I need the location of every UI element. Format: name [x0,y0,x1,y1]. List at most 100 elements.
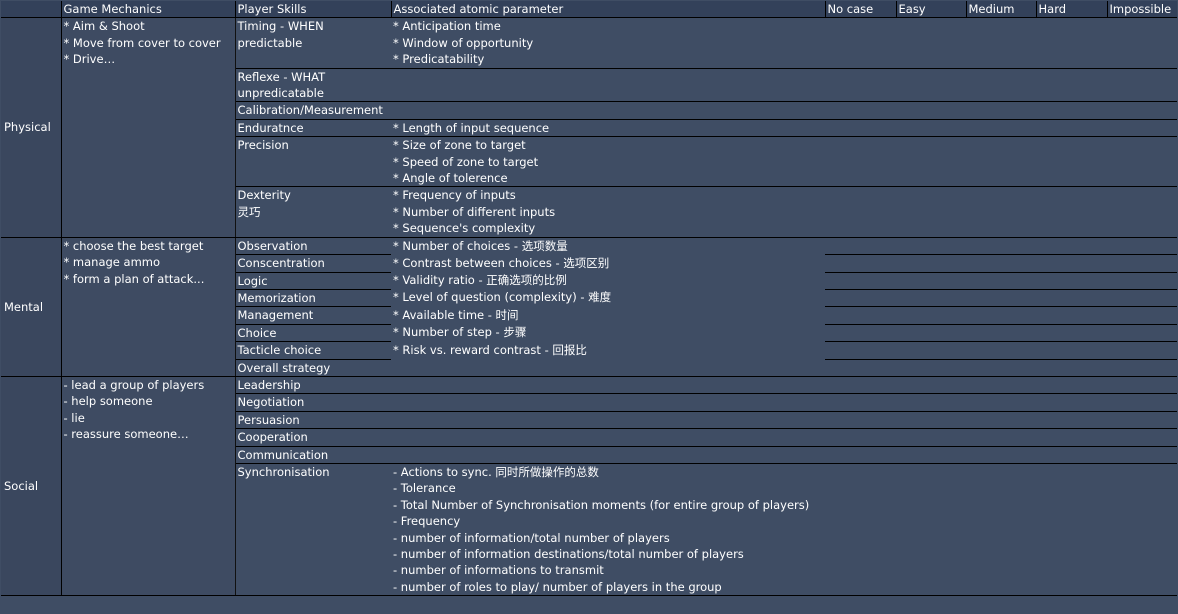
param-cell[interactable]: - Actions to sync. 同时所做操作的总数 [391,463,1177,481]
header-impossible[interactable]: Impossible [1107,1,1177,19]
param-cell[interactable] [391,411,1177,430]
rating-cells[interactable] [825,272,1177,290]
skill-blank[interactable] [235,529,391,546]
param-cell[interactable]: * Predicatability [391,51,825,69]
param-cell[interactable]: * Anticipation time [391,17,825,35]
rating-cells[interactable] [825,306,1177,325]
skill-negotiation[interactable]: Negotiation [235,393,391,412]
param-cell[interactable]: - number of information/total number of … [391,529,1177,546]
skill-leadership[interactable]: Leadership [235,376,391,395]
param-cell[interactable]: - number of informations to transmit [391,562,1177,579]
skill-blank[interactable] [235,153,391,171]
category-mental[interactable]: Mental [1,237,62,377]
rating-cells[interactable] [825,17,1177,35]
skill-blank[interactable] [235,578,391,597]
param-cell[interactable]: - Total Number of Synchronisation moment… [391,496,1177,514]
skill-blank[interactable] [235,220,391,238]
rating-cells[interactable] [825,136,1177,154]
param-cell[interactable]: * Sequence's complexity [391,220,825,238]
mental-mechanics-cell[interactable]: * choose the best target * manage ammo *… [61,237,236,377]
skill-logic[interactable]: Logic [235,272,391,290]
rating-cells[interactable] [825,119,1177,138]
rating-cells[interactable] [825,359,1177,377]
rating-cells[interactable] [825,101,1177,120]
param-cell[interactable]: * Contrast between choices - 选项区别 [391,254,825,272]
skill-memorization[interactable]: Memorization [235,289,391,308]
param-cell[interactable]: - number of roles to play/ number of pla… [391,578,1177,597]
rating-cells[interactable] [825,289,1177,308]
skill-dexterity[interactable]: Dexterity [235,186,391,204]
skill-concentration[interactable]: Conscentration [235,254,391,273]
rating-cells[interactable] [825,51,1177,69]
header-hard[interactable]: Hard [1036,1,1108,19]
social-mechanics-cell[interactable]: - lead a group of players - help someone… [61,376,236,597]
rating-cells[interactable] [825,34,1177,52]
header-game-mechanics[interactable]: Game Mechanics [61,1,236,19]
param-cell[interactable]: * Number of step - 步骤 [391,324,825,342]
skill-blank[interactable] [235,480,391,497]
skill-cooperation[interactable]: Cooperation [235,428,391,447]
param-cell[interactable] [391,446,1177,464]
skill-endurance[interactable]: Enduratnce [235,119,391,138]
skill-blank[interactable] [235,546,391,563]
rating-cells[interactable] [825,220,1177,238]
skill-calibration[interactable]: Calibration/Measurement [235,101,391,120]
rating-cells[interactable] [825,203,1177,221]
param-cell[interactable]: - Tolerance [391,480,1177,497]
rating-cells[interactable] [825,68,1177,86]
rating-cells[interactable] [825,237,1177,256]
skill-blank[interactable] [235,513,391,530]
param-cell[interactable]: * Frequency of inputs [391,186,825,204]
param-cell[interactable]: * Risk vs. reward contrast - 回报比 [391,341,825,360]
param-cell[interactable] [391,85,825,103]
header-player-skills[interactable]: Player Skills [235,1,392,19]
skill-timing[interactable]: Timing - WHEN [235,17,391,35]
param-cell[interactable]: * Window of opportunity [391,34,825,52]
skill-timing-sub[interactable]: predictable [235,34,391,52]
rating-cells[interactable] [825,341,1177,360]
skill-management[interactable]: Management [235,306,391,325]
param-cell[interactable] [391,101,825,120]
skill-persuasion[interactable]: Persuasion [235,411,391,430]
skill-choice[interactable]: Choice [235,324,391,343]
skill-blank[interactable] [235,51,391,69]
rating-cells[interactable] [825,153,1177,171]
param-cell[interactable]: * Speed of zone to target [391,153,825,171]
skill-dexterity-sub[interactable]: 灵巧 [235,203,391,221]
param-cell[interactable] [391,376,1177,395]
skill-communication[interactable]: Communication [235,446,391,464]
skill-overall-strategy[interactable]: Overall strategy [235,359,391,377]
param-cell[interactable]: * Number of choices - 选项数量 [391,237,825,255]
rating-cells[interactable] [825,85,1177,103]
param-cell[interactable]: * Length of input sequence [391,119,825,138]
param-cell[interactable]: - Frequency [391,513,1177,530]
rating-cells[interactable] [825,254,1177,273]
skill-blank[interactable] [235,562,391,579]
skill-synchronisation[interactable]: Synchronisation [235,463,391,481]
param-cell[interactable]: - number of information destinations/tot… [391,546,1177,563]
param-cell[interactable]: * Level of question (complexity) - 难度 [391,289,825,307]
skill-reflexe[interactable]: Reflexe - WHAT [235,68,391,86]
rating-cells[interactable] [825,170,1177,188]
header-medium[interactable]: Medium [966,1,1037,19]
param-cell[interactable] [391,68,825,86]
skill-precision[interactable]: Precision [235,136,391,154]
skill-blank[interactable] [235,496,391,514]
param-cell[interactable]: * Number of different inputs [391,203,825,221]
skill-observation[interactable]: Observation [235,237,391,256]
physical-mechanics-cell[interactable]: * Aim & Shoot * Move from cover to cover… [61,17,236,238]
skill-blank[interactable] [235,170,391,188]
category-physical[interactable]: Physical [1,17,62,238]
param-cell[interactable]: * Validity ratio - 正确选项的比例 [391,272,825,290]
param-cell[interactable] [391,393,1177,412]
rating-cells[interactable] [825,186,1177,204]
param-cell[interactable]: * Available time - 时间 [391,306,825,325]
param-cell[interactable] [391,359,825,377]
rating-cells[interactable] [825,324,1177,343]
param-cell[interactable]: * Angle of tolerence [391,170,825,188]
header-no-case[interactable]: No case [825,1,897,19]
skill-tactical-choice[interactable]: Tacticle choice [235,341,391,360]
param-cell[interactable]: * Size of zone to target [391,136,825,154]
category-social[interactable]: Social [1,376,62,597]
skill-reflexe-sub[interactable]: unpredicatable [235,85,391,103]
